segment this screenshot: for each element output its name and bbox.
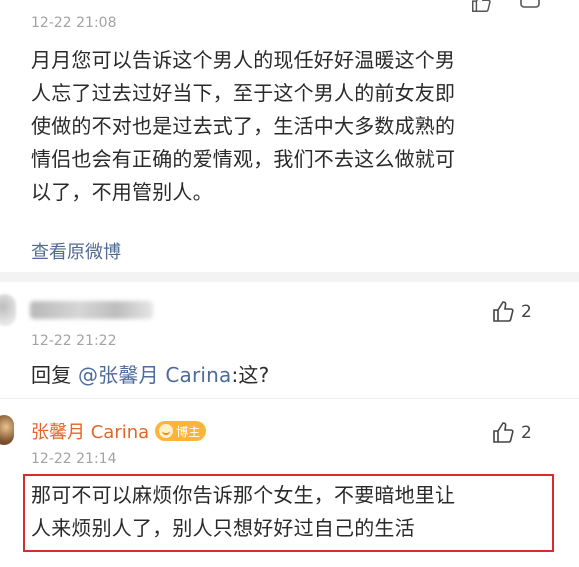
mention-link[interactable]: @张馨月 Carina [78,363,232,387]
comment-line: 人来烦别人了，别人只想好好过自己的生活 [31,516,415,540]
blurred-username [30,301,153,319]
like-count: 2 [521,423,532,443]
like-button[interactable]: 2 [491,300,532,324]
comment-timestamp: 12-22 21:22 [31,333,117,349]
comment-body: 月月您可以告诉这个男人的现任好好温暖这个男 人忘了过去过好当下，至于这个男人的前… [31,44,561,209]
like-count: 2 [521,302,532,322]
reply-text: 回复 @张馨月 Carina:这? [31,363,270,387]
comment-line: 使做的不对也是过去式了，生活中大多数成熟的 [31,114,456,138]
section-divider [0,272,579,282]
comment-line: 那可不可以麻烦你告诉那个女生，不要暗地里让 [31,483,456,507]
author-name[interactable]: 张馨月 Carina [31,418,149,444]
smile-icon [159,424,174,438]
comment-line: 人忘了过去过好当下，至于这个男人的前女友即 [31,81,456,105]
comment-timestamp: 12-22 21:08 [31,15,117,31]
divider [0,398,579,399]
blogger-badge: 博主 [155,421,207,441]
author-row: 张馨月 Carina 博主 [31,418,207,444]
like-icon[interactable] [470,0,492,18]
like-button[interactable]: 2 [491,421,532,445]
comment-body: 那可不可以麻烦你告诉那个女生，不要暗地里让 人来烦别人了，别人只想好好过自己的生… [31,479,551,545]
comment-line: 月月您可以告诉这个男人的现任好好温暖这个男 [31,48,456,72]
avatar[interactable] [0,415,14,445]
comment-line: 情侣也会有正确的爱情观，我们不去这么做就可 [31,147,456,171]
comment-icon[interactable] [518,0,542,18]
comment-timestamp: 12-22 21:14 [31,451,117,467]
thumbs-up-icon [493,301,514,322]
avatar[interactable] [0,294,16,326]
view-original-link[interactable]: 查看原微博 [31,238,121,264]
thumbs-up-icon [493,422,514,443]
comment-line: 以了，不用管别人。 [31,180,213,204]
